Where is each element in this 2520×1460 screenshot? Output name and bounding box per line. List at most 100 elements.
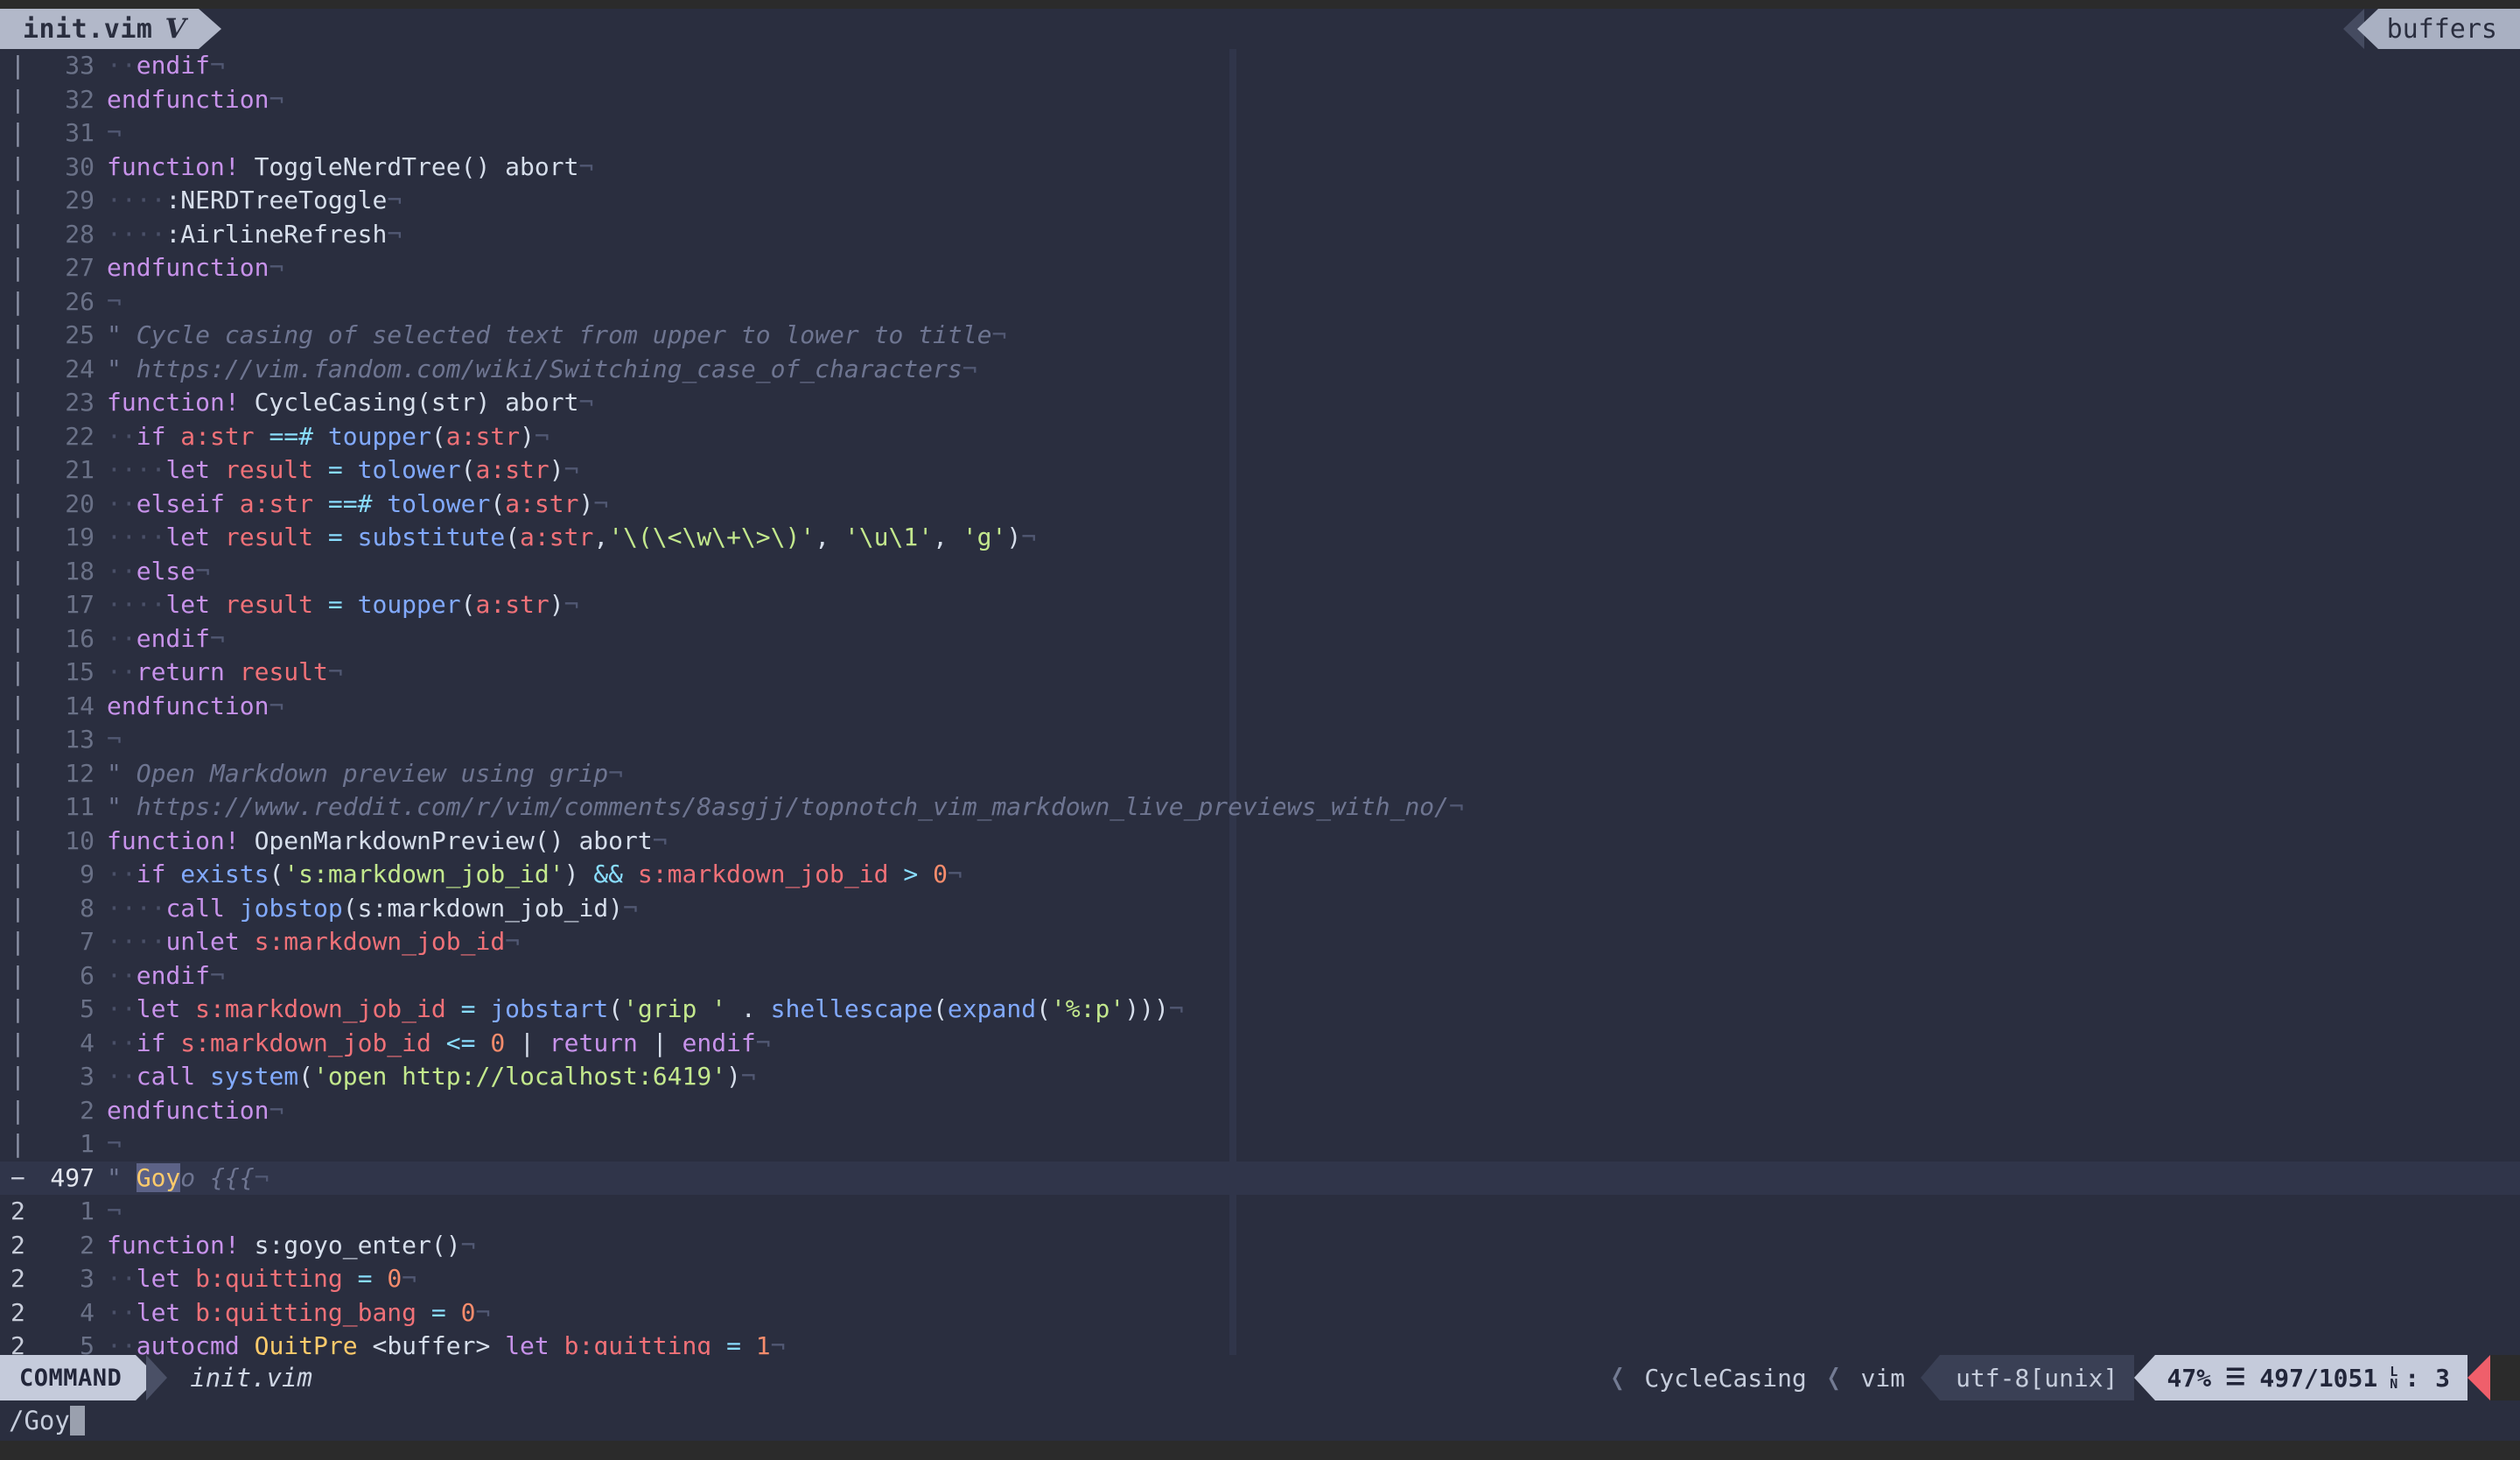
fold-column-marker[interactable]: | [0,858,26,892]
code-line[interactable]: |16··endif¬ [0,622,2520,656]
fold-column-marker[interactable]: | [0,790,26,825]
fold-column-marker[interactable]: | [0,1060,26,1094]
tab-init-vim[interactable]: init.vim V [0,9,199,49]
code-line[interactable]: |22··if a:str ==# toupper(a:str)¬ [0,420,2520,454]
fold-column-marker[interactable]: | [0,892,26,926]
code-line[interactable]: |5··let s:markdown_job_id = jobstart('gr… [0,993,2520,1027]
code-text: ··if s:markdown_job_id <= 0 | return | e… [107,1028,771,1057]
code-line[interactable]: |13¬ [0,723,2520,757]
token-op: = [328,455,343,484]
fold-column-marker[interactable]: | [0,925,26,959]
token-eol: ¬ [578,388,593,417]
fold-column-marker[interactable]: | [0,993,26,1027]
code-line[interactable]: |33··endif¬ [0,49,2520,83]
code-line[interactable]: |25" Cycle casing of selected text from … [0,319,2520,353]
code-line[interactable]: |12" Open Markdown preview using grip¬ [0,757,2520,791]
line-number: 26 [26,285,107,319]
token-plain: ( [461,590,476,619]
code-text: ··endif¬ [107,961,225,990]
command-line-text: /Goy [9,1406,70,1435]
code-line[interactable]: |21····let result = tolower(a:str)¬ [0,453,2520,488]
code-line[interactable]: |23function! CycleCasing(str) abort¬ [0,386,2520,420]
fold-column-marker[interactable]: | [0,555,26,589]
token-plain [475,994,490,1023]
fold-column-marker[interactable]: | [0,757,26,791]
code-line[interactable]: |14endfunction¬ [0,690,2520,724]
code-line[interactable]: |9··if exists('s:markdown_job_id') && s:… [0,858,2520,892]
fold-column-marker[interactable]: | [0,420,26,454]
fold-column-marker[interactable]: | [0,285,26,319]
fold-column-marker[interactable]: | [0,825,26,859]
fold-column-marker[interactable]: | [0,251,26,285]
code-line[interactable]: |31¬ [0,116,2520,151]
fold-column-marker[interactable]: | [0,151,26,185]
fold-column-marker[interactable]: | [0,453,26,488]
fold-column-marker[interactable]: | [0,218,26,252]
code-line[interactable]: |10function! OpenMarkdownPreview() abort… [0,825,2520,859]
token-plain: CycleCasing(str) abort [240,388,579,417]
fold-column-marker[interactable]: | [0,1094,26,1128]
fold-column-marker[interactable]: 2 [0,1330,26,1355]
fold-column-marker[interactable]: 2 [0,1262,26,1296]
fold-column-marker[interactable]: | [0,723,26,757]
code-line[interactable]: |8····call jobstop(s:markdown_job_id)¬ [0,892,2520,926]
fold-column-marker[interactable]: | [0,488,26,522]
token-plain [343,523,358,551]
fold-column-marker[interactable]: | [0,1027,26,1061]
token-plain [446,1298,461,1327]
fold-column-marker[interactable]: | [0,1127,26,1162]
code-line[interactable]: |6··endif¬ [0,959,2520,993]
token-eol: ¬ [991,320,1006,349]
fold-column-marker[interactable]: | [0,353,26,387]
code-line[interactable]: 23··let b:quitting = 0¬ [0,1262,2520,1296]
fold-column-marker[interactable]: − [0,1162,26,1196]
code-line[interactable]: |15··return result¬ [0,656,2520,690]
code-line[interactable]: −497" Goyo {{{¬ [0,1162,2520,1196]
code-line[interactable]: |1¬ [0,1127,2520,1162]
code-line[interactable]: |17····let result = toupper(a:str)¬ [0,588,2520,622]
tab-buffers[interactable]: buffers [2378,9,2520,49]
fold-column-marker[interactable]: | [0,386,26,420]
code-line[interactable]: |7····unlet s:markdown_job_id¬ [0,925,2520,959]
token-cmt: " Open Markdown preview using grip [107,759,608,788]
fold-column-marker[interactable]: | [0,521,26,555]
fold-column-marker[interactable]: 2 [0,1195,26,1229]
fold-column-marker[interactable]: | [0,184,26,218]
code-line[interactable]: |11" https://www.reddit.com/r/vim/commen… [0,790,2520,825]
code-line[interactable]: 22function! s:goyo_enter()¬ [0,1229,2520,1263]
code-line[interactable]: |27endfunction¬ [0,251,2520,285]
fold-column-marker[interactable]: 2 [0,1296,26,1330]
code-line[interactable]: |18··else¬ [0,555,2520,589]
code-line[interactable]: |3··call system('open http://localhost:6… [0,1060,2520,1094]
code-line[interactable]: 21¬ [0,1195,2520,1229]
code-line[interactable]: |28····:AirlineRefresh¬ [0,218,2520,252]
code-line[interactable]: 25··autocmd QuitPre <buffer> let b:quitt… [0,1330,2520,1355]
code-line[interactable]: |2endfunction¬ [0,1094,2520,1128]
fold-column-marker[interactable]: | [0,588,26,622]
fold-column-marker[interactable]: | [0,622,26,656]
code-line[interactable]: |20··elseif a:str ==# tolower(a:str)¬ [0,488,2520,522]
fold-column-marker[interactable]: | [0,959,26,993]
fold-column-marker[interactable]: | [0,319,26,353]
fold-column-marker[interactable]: | [0,656,26,690]
code-line[interactable]: |30function! ToggleNerdTree() abort¬ [0,151,2520,185]
code-line[interactable]: |26¬ [0,285,2520,319]
editor-buffer[interactable]: |33··endif¬|32endfunction¬|31¬|30functio… [0,49,2520,1355]
fold-column-marker[interactable]: | [0,49,26,83]
code-line[interactable]: |29····:NERDTreeToggle¬ [0,184,2520,218]
code-line[interactable]: |4··if s:markdown_job_id <= 0 | return |… [0,1027,2520,1061]
token-var: s:markdown_job_id [195,994,446,1023]
fold-column-marker[interactable]: | [0,83,26,117]
code-line[interactable]: |24" https://vim.fandom.com/wiki/Switchi… [0,353,2520,387]
command-line[interactable]: /Goy [0,1400,2520,1441]
token-eol: ¬ [578,152,593,181]
fold-column-marker[interactable]: 2 [0,1229,26,1263]
code-line[interactable]: 24··let b:quitting_bang = 0¬ [0,1296,2520,1330]
fold-column-marker[interactable]: | [0,690,26,724]
code-line[interactable]: |32endfunction¬ [0,83,2520,117]
token-kw: else [136,557,195,586]
token-plain: ( [269,860,284,888]
token-eol: ¬ [1449,792,1464,821]
fold-column-marker[interactable]: | [0,116,26,151]
code-line[interactable]: |19····let result = substitute(a:str,'\(… [0,521,2520,555]
